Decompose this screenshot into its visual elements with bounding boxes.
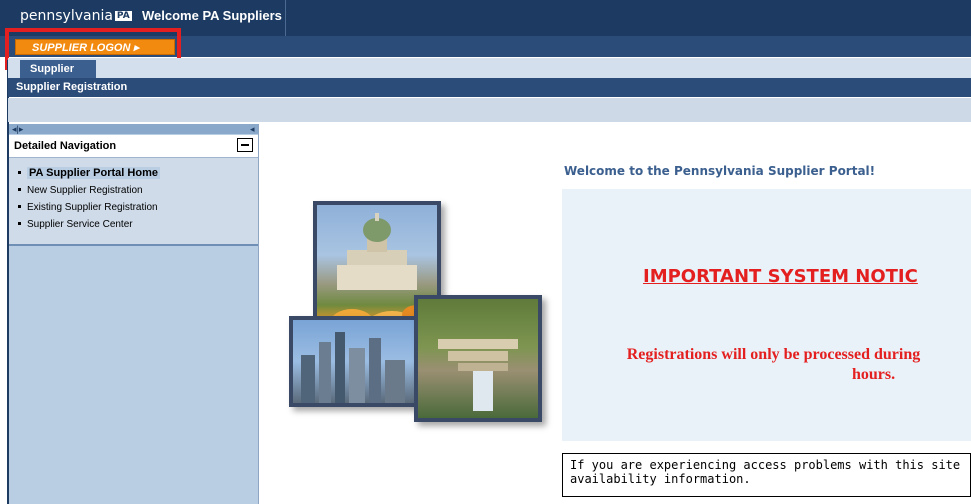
nav-item-label: New Supplier Registration	[27, 185, 143, 196]
nav-item-new-registration[interactable]: New Supplier Registration	[18, 182, 160, 199]
access-line-2: availability information.	[570, 472, 751, 486]
notice-heading: IMPORTANT SYSTEM NOTIC	[643, 266, 918, 287]
bullet-icon	[18, 222, 21, 225]
notice-line-2: hours.	[851, 366, 896, 383]
nav-item-existing-registration[interactable]: Existing Supplier Registration	[18, 199, 160, 216]
nav-item-service-center[interactable]: Supplier Service Center	[18, 216, 160, 233]
sidebar-resize-arrows-icon[interactable]: ◂|▸	[12, 124, 23, 134]
fallingwater-photo	[414, 295, 542, 422]
sidebar-toolbar	[9, 124, 258, 134]
pa-badge-icon: PA	[114, 11, 132, 21]
nav-item-portal-home[interactable]: PA Supplier Portal Home	[18, 165, 160, 182]
access-info-text: If you are experiencing access problems …	[570, 458, 960, 486]
minimize-icon[interactable]	[237, 138, 253, 152]
navigation-list: PA Supplier Portal Home New Supplier Reg…	[18, 165, 160, 233]
access-line-1: If you are experiencing access problems …	[570, 458, 961, 472]
subnav-supplier-registration[interactable]: Supplier Registration	[8, 78, 971, 97]
nav-item-label: Supplier Service Center	[27, 219, 133, 230]
skyline-illustration-icon	[301, 332, 405, 403]
header-title: Welcome PA Suppliers	[142, 8, 282, 23]
bullet-icon	[18, 188, 21, 191]
bullet-icon	[18, 171, 21, 174]
city-skyline-photo	[289, 316, 418, 407]
detailed-navigation-title: Detailed Navigation	[14, 140, 117, 152]
welcome-heading: Welcome to the Pennsylvania Supplier Por…	[564, 164, 876, 178]
brand-name: pennsylvania	[20, 8, 113, 24]
sidebar-collapse-icon[interactable]: ◂	[250, 124, 255, 134]
notice-line-1: Registrations will only be processed dur…	[626, 346, 921, 363]
notice-body: Registrations will only be processed dur…	[576, 345, 971, 385]
notice-panel	[562, 189, 971, 441]
tab-row	[8, 58, 971, 78]
nav-item-label: PA Supplier Portal Home	[27, 167, 160, 179]
toolbar-spacer	[8, 98, 971, 122]
pennsylvania-logo: pennsylvania PA	[20, 8, 132, 24]
bullet-icon	[18, 205, 21, 208]
tab-supplier[interactable]: Supplier	[20, 60, 96, 79]
fallingwater-illustration-icon	[438, 339, 518, 411]
nav-item-label: Existing Supplier Registration	[27, 202, 158, 213]
